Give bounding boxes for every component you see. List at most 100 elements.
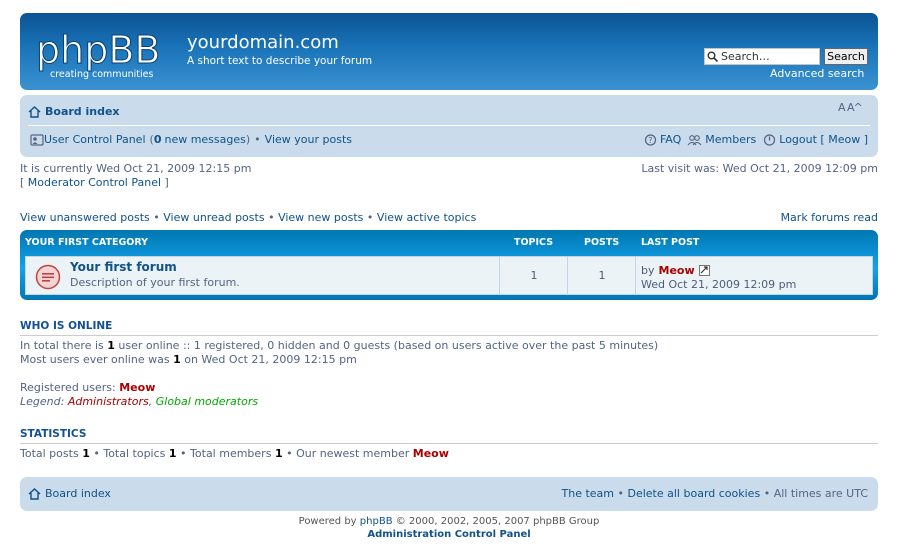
footer-breadcrumb[interactable]: Board index (28, 487, 111, 500)
search-box[interactable] (704, 48, 820, 65)
mark-forums-read-link[interactable]: Mark forums read (781, 211, 878, 224)
total-posts-value: 1 (82, 447, 90, 460)
online-record: Most users ever online was 1 on Wed Oct … (20, 353, 357, 366)
faq-link[interactable]: FAQ (660, 133, 681, 146)
faq-icon: ? (644, 133, 657, 146)
total-members-value: 1 (274, 447, 283, 460)
forum-topics-count: 1 (530, 269, 538, 282)
navbar: Board index A A^ User Control Panel ( 0 … (20, 95, 878, 157)
legend-global-moderators-link[interactable]: Global moderators (156, 395, 258, 408)
copyright-text: © 2000, 2002, 2005, 2007 phpBB Group (395, 516, 600, 527)
forum-description: Description of your first forum. (70, 276, 240, 289)
lastpost-user-link[interactable]: Meow (659, 264, 695, 277)
bullet: • (93, 447, 100, 460)
registered-user-link[interactable]: Meow (119, 381, 155, 394)
footer-board-index-link[interactable]: Board index (45, 487, 111, 500)
site-title[interactable]: yourdomain.com (187, 32, 339, 53)
who-is-online-title[interactable]: Who is online (20, 320, 878, 336)
online-record-prefix: Most users ever online was (20, 353, 170, 366)
mcp-wrapper: [ Moderator Control Panel ] (20, 176, 169, 189)
font-size-change-icon[interactable]: A A^ (838, 101, 863, 114)
admin-control-panel-link[interactable]: Administration Control Panel (0, 529, 898, 540)
logout-link[interactable]: Logout [ Meow ] (779, 133, 868, 146)
advanced-search-link[interactable]: Advanced search (770, 67, 864, 80)
delete-cookies-link[interactable]: Delete all board cookies (628, 487, 761, 500)
category-title[interactable]: Your first category (25, 237, 148, 248)
column-divider (635, 257, 636, 294)
footer-links: The team • Delete all board cookies • Al… (562, 487, 869, 500)
registered-users-label: Registered users: (20, 381, 116, 394)
bullet: • (254, 133, 261, 146)
mcp-bracket-open: [ (20, 176, 25, 189)
powered-by-label: Powered by (298, 516, 357, 527)
members-link[interactable]: Members (705, 133, 756, 146)
online-total-prefix: In total there is (20, 339, 104, 352)
view-unanswered-posts-link[interactable]: View unanswered posts (20, 211, 150, 224)
forum-title-link[interactable]: Your first forum (70, 260, 177, 274)
site-logo[interactable]: phpBB creating communities (36, 27, 176, 81)
newest-member-label: Our newest member (296, 447, 410, 460)
topics-column-header: Topics (514, 237, 554, 248)
logo-tagline: creating communities (50, 69, 153, 79)
mcp-bracket-close: ] (164, 176, 169, 189)
current-time: It is currently Wed Oct 21, 2009 12:15 p… (20, 162, 252, 175)
legend: Legend: Administrators, Global moderator… (20, 395, 258, 408)
online-total: In total there is 1 user online :: 1 reg… (20, 339, 658, 352)
forum-category-block: Your first category Topics Posts Last po… (20, 230, 878, 300)
total-topics-label: Total topics (103, 447, 166, 460)
last-visit: Last visit was: Wed Oct 21, 2009 12:09 p… (641, 162, 878, 175)
total-members-label: Total members (190, 447, 272, 460)
home-icon (28, 105, 41, 118)
moderator-control-panel-link[interactable]: Moderator Control Panel (28, 176, 161, 189)
svg-text:?: ? (648, 136, 652, 145)
statistics-title: Statistics (20, 428, 878, 444)
statistics-line: Total posts 1 • Total topics 1 • Total m… (20, 447, 449, 460)
font-size-label[interactable]: A A (838, 101, 855, 114)
phpbb-link[interactable]: phpBB (360, 516, 393, 527)
forum-read-icon (35, 264, 61, 290)
forum-row[interactable]: Your first forum Description of your fir… (25, 256, 873, 295)
breadcrumb[interactable]: Board index (28, 105, 120, 118)
new-messages-link[interactable]: new messages (164, 133, 245, 146)
total-posts-label: Total posts (20, 447, 79, 460)
bullet: • (286, 447, 293, 460)
site-header: phpBB creating communities yourdomain.co… (20, 13, 878, 90)
online-total-count: 1 (107, 339, 115, 352)
view-new-posts-link[interactable]: View new posts (278, 211, 363, 224)
quick-links: View unanswered posts • View unread post… (20, 211, 477, 224)
the-team-link[interactable]: The team (562, 487, 615, 500)
bullet: • (763, 487, 771, 500)
lastpost-by-label: by (641, 264, 655, 277)
timezone-text: All times are UTC (773, 487, 868, 500)
online-record-count: 1 (173, 353, 181, 366)
ucp-link[interactable]: User Control Panel (44, 133, 146, 146)
bullet: • (617, 487, 625, 500)
newest-member-link[interactable]: Meow (413, 447, 449, 460)
members-icon (687, 134, 702, 145)
site-description: A short text to describe your forum (187, 55, 373, 67)
user-control-panel-icon (30, 133, 44, 146)
lastpost-author: by Meow (641, 264, 710, 277)
legend-label: Legend: (20, 395, 65, 408)
forum-posts-count: 1 (598, 269, 606, 282)
logo-text: phpBB (36, 28, 160, 72)
navbar-divider (28, 125, 870, 126)
search-button[interactable]: Search (824, 48, 868, 65)
legend-administrators-link[interactable]: Administrators (68, 395, 149, 408)
view-active-topics-link[interactable]: View active topics (377, 211, 476, 224)
footer-navbar: Board index The team • Delete all board … (20, 477, 878, 511)
view-unread-posts-link[interactable]: View unread posts (163, 211, 264, 224)
copyright: Powered by phpBB © 2000, 2002, 2005, 200… (0, 516, 898, 527)
online-record-suffix: on Wed Oct 21, 2009 12:15 pm (184, 353, 357, 366)
home-icon (28, 487, 41, 500)
user-links: User Control Panel ( 0 new messages ) • … (30, 133, 352, 146)
view-your-posts-link[interactable]: View your posts (265, 133, 352, 146)
board-index-link[interactable]: Board index (45, 105, 120, 118)
total-topics-value: 1 (168, 447, 177, 460)
search-input[interactable] (721, 50, 817, 63)
new-messages-count[interactable]: 0 (154, 133, 162, 146)
account-links: ? FAQ Members Logout [ Meow ] (644, 133, 868, 146)
view-latest-post-icon[interactable] (698, 265, 710, 276)
lastpost-column-header: Last post (641, 237, 700, 248)
online-total-suffix: user online :: 1 registered, 0 hidden an… (118, 339, 659, 352)
